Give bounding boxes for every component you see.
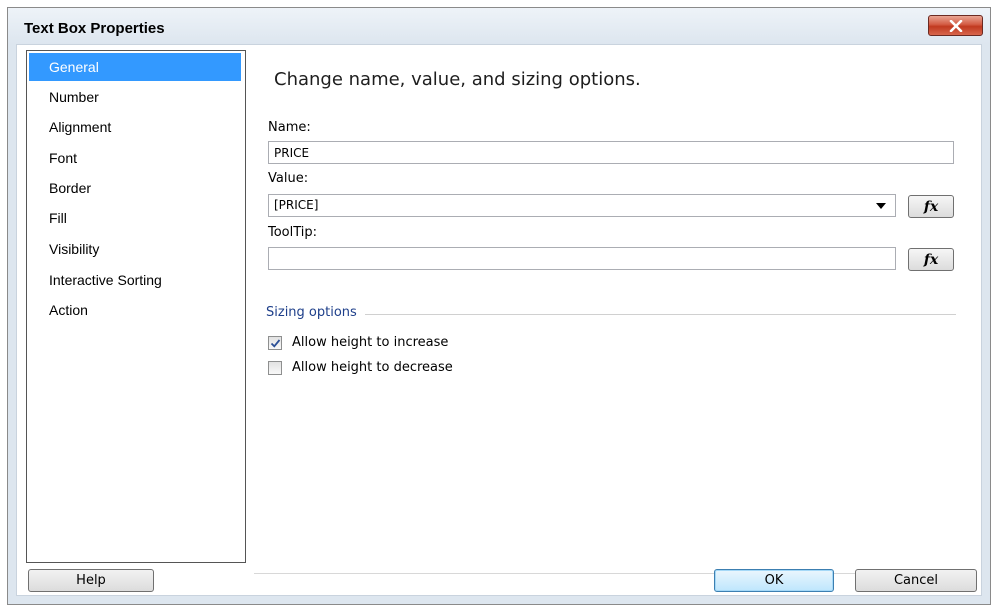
category-list[interactable]: General Number Alignment Font Border Fil… (26, 50, 246, 563)
help-button[interactable]: Help (28, 569, 154, 592)
value-text: [PRICE] (274, 198, 319, 212)
name-label: Name: (268, 120, 311, 135)
window-title: Text Box Properties (24, 20, 165, 37)
nav-item-font[interactable]: Font (29, 144, 241, 172)
nav-item-interactive-sorting[interactable]: Interactive Sorting (29, 266, 241, 294)
allow-decrease-label[interactable]: Allow height to decrease (292, 360, 453, 375)
dialog-client-area: General Number Alignment Font Border Fil… (16, 44, 982, 596)
dropdown-arrow-icon[interactable] (875, 202, 887, 210)
page-heading: Change name, value, and sizing options. (274, 69, 641, 90)
sizing-options-divider (266, 314, 956, 315)
allow-increase-checkbox[interactable] (268, 336, 282, 350)
nav-item-border[interactable]: Border (29, 174, 241, 202)
nav-item-visibility[interactable]: Visibility (29, 235, 241, 263)
tooltip-label: ToolTip: (268, 225, 318, 240)
text-box-properties-dialog: Text Box Properties General Number Align… (0, 0, 1001, 608)
allow-decrease-checkbox[interactable] (268, 361, 282, 375)
tooltip-expression-button[interactable]: fx (908, 248, 954, 271)
nav-item-fill[interactable]: Fill (29, 204, 241, 232)
cancel-button[interactable]: Cancel (855, 569, 977, 592)
nav-item-alignment[interactable]: Alignment (29, 113, 241, 141)
value-label: Value: (268, 171, 309, 186)
close-x-icon (949, 19, 962, 32)
nav-item-general[interactable]: General (29, 53, 241, 81)
value-expression-button[interactable]: fx (908, 195, 954, 218)
close-button[interactable] (928, 15, 983, 36)
nav-item-number[interactable]: Number (29, 83, 241, 111)
tooltip-input[interactable] (268, 247, 896, 270)
sizing-options-heading: Sizing options (266, 305, 365, 320)
name-input[interactable] (268, 141, 954, 164)
allow-increase-label[interactable]: Allow height to increase (292, 335, 448, 350)
title-bar[interactable]: Text Box Properties (8, 8, 990, 44)
nav-item-action[interactable]: Action (29, 296, 241, 324)
value-combobox[interactable]: [PRICE] (268, 194, 896, 217)
ok-button[interactable]: OK (714, 569, 834, 592)
checkmark-icon (270, 339, 281, 348)
